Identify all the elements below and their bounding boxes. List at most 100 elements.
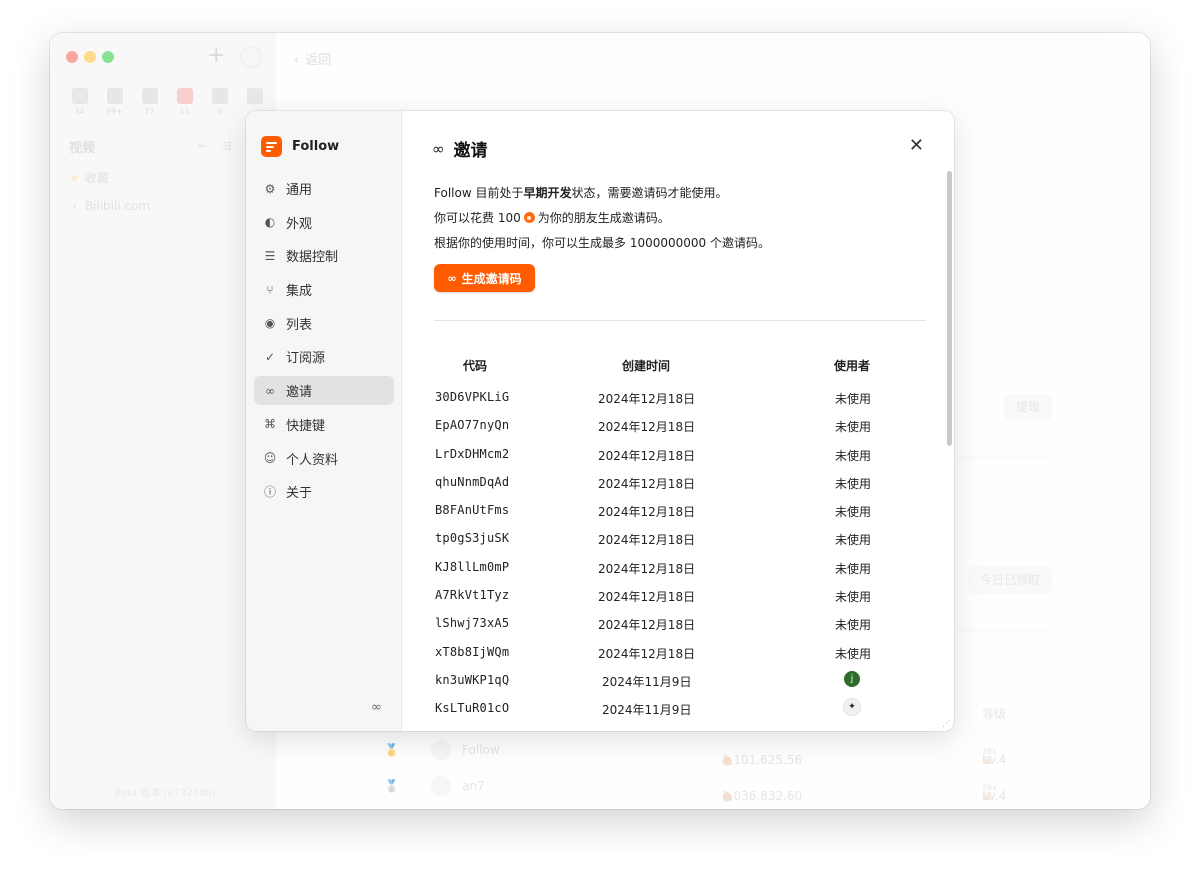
table-row: kn3uWKP1qQ 2024年11月9日 j xyxy=(403,670,943,698)
settings-modal: Follow ⚙ 通用 ◐ 外观 ☰ 数据控制 ⑂ 集成 ◉ 列表 ✓ 订阅源 ∞ 邀请 ⌘ 快捷键 ☺ 个人资料… xyxy=(246,111,954,731)
user-status: 未使用 xyxy=(835,590,872,605)
brand: Follow xyxy=(261,136,339,157)
feed-check-icon: ✓ xyxy=(264,349,276,364)
nav-label: 关于 xyxy=(286,486,313,502)
intro-text: 状态，需要邀请码才能使用。 xyxy=(571,186,728,200)
intro-line-3: 根据你的使用时间，你可以生成最多 1000000000 个邀请码。 xyxy=(434,236,770,250)
page-title: 邀请 xyxy=(453,141,488,161)
settings-nav-item[interactable]: ⌘ 快捷键 xyxy=(254,410,394,439)
table-row: lShwj73xA5 2024年12月18日 未使用 xyxy=(403,613,943,641)
invite-code[interactable]: LrDxDHMcm2 xyxy=(435,447,509,461)
invite-code[interactable]: kn3uWKP1qQ xyxy=(435,673,509,687)
user-status: 未使用 xyxy=(835,646,872,661)
table-row: xT8b8IjWQm 2024年12月18日 未使用 xyxy=(403,642,943,670)
created-date: 2024年12月18日 xyxy=(598,533,696,548)
divider xyxy=(434,320,926,321)
broadcast-icon: ◉ xyxy=(264,316,276,331)
intro-line-1: Follow 目前处于早期开发状态，需要邀请码才能使用。 xyxy=(434,184,728,201)
table-row: EpAO77nyQn 2024年12月18日 未使用 xyxy=(403,415,943,443)
created-date: 2024年11月9日 xyxy=(602,674,692,689)
settings-nav-item[interactable]: ∞ 邀请 xyxy=(254,376,394,406)
power-coin-icon xyxy=(523,212,535,223)
brand-name: Follow xyxy=(292,139,340,154)
settings-nav-item[interactable]: ◉ 列表 xyxy=(254,309,394,338)
invite-code[interactable]: KJ8llLm0mP xyxy=(435,560,509,574)
settings-nav: ⚙ 通用 ◐ 外观 ☰ 数据控制 ⑂ 集成 ◉ 列表 ✓ 订阅源 ∞ 邀请 ⌘ 快捷键 ☺ 个人资料 ⓘ 关于 xyxy=(254,174,394,511)
settings-nav-item[interactable]: ☺ 个人资料 xyxy=(254,444,394,473)
user-status: 未使用 xyxy=(835,533,872,548)
intro-line-2: 你可以花费 100 为你的朋友生成邀请码。 xyxy=(434,209,670,226)
nav-label: 邀请 xyxy=(286,385,313,401)
gear-icon: ⚙ xyxy=(264,181,276,196)
created-date: 2024年11月9日 xyxy=(602,703,692,718)
invite-icon: ∞ xyxy=(447,271,457,285)
settings-nav-item[interactable]: ⚙ 通用 xyxy=(254,174,394,203)
settings-nav-item[interactable]: ⓘ 关于 xyxy=(254,477,394,506)
table-row: LrDxDHMcm2 2024年12月18日 未使用 xyxy=(403,444,943,472)
nav-label: 订阅源 xyxy=(286,351,326,367)
settings-sidebar: Follow ⚙ 通用 ◐ 外观 ☰ 数据控制 ⑂ 集成 ◉ 列表 ✓ 订阅源 ∞ 邀请 ⌘ 快捷键 ☺ 个人资料… xyxy=(246,111,402,731)
table-row: KsLTuR01cO 2024年11月9日 ✦ xyxy=(403,698,943,726)
column-header-created: 创建时间 xyxy=(622,359,671,373)
user-avatar[interactable]: j xyxy=(844,670,860,687)
keyboard-icon: ⌘ xyxy=(264,417,276,432)
table-row: tp0gS3juSK 2024年12月18日 未使用 xyxy=(403,528,943,556)
panel-header: ∞ 邀请 xyxy=(432,136,488,162)
table-row: A7RkVt1Tyz 2024年12月18日 未使用 xyxy=(403,585,943,613)
scrollbar-thumb[interactable] xyxy=(947,171,952,446)
invite-footer-icon[interactable]: ∞ xyxy=(371,700,382,715)
invite-code[interactable]: lShwj73xA5 xyxy=(435,616,509,630)
user-status: 未使用 xyxy=(835,505,872,520)
created-date: 2024年12月18日 xyxy=(598,476,696,491)
user-status: 未使用 xyxy=(835,448,872,463)
nav-label: 列表 xyxy=(286,317,313,333)
invite-icon: ∞ xyxy=(265,383,275,398)
info-icon: ⓘ xyxy=(263,484,276,499)
column-header-code: 代码 xyxy=(463,359,488,373)
nav-label: 外观 xyxy=(286,216,313,232)
created-date: 2024年12月18日 xyxy=(598,561,696,576)
invite-icon: ∞ xyxy=(432,139,445,158)
created-date: 2024年12月18日 xyxy=(598,618,696,633)
nav-label: 快捷键 xyxy=(286,418,326,434)
invite-code[interactable]: xT8b8IjWQm xyxy=(435,645,509,659)
nav-label: 个人资料 xyxy=(286,452,339,468)
settings-nav-item[interactable]: ◐ 外观 xyxy=(254,208,394,237)
table-row: qhuNnmDqAd 2024年12月18日 未使用 xyxy=(403,472,943,500)
invite-code[interactable]: KsLTuR01cO xyxy=(435,701,509,715)
palette-icon: ◐ xyxy=(264,215,276,230)
created-date: 2024年12月18日 xyxy=(598,505,696,520)
invite-code[interactable]: qhuNnmDqAd xyxy=(435,475,509,489)
invite-panel: ∞ 邀请 ✕ Follow 目前处于早期开发状态，需要邀请码才能使用。 你可以花… xyxy=(403,111,954,731)
generate-invite-button[interactable]: ∞ 生成邀请码 xyxy=(434,264,535,292)
intro-bold: 早期开发 xyxy=(523,186,572,200)
close-icon[interactable]: ✕ xyxy=(909,135,924,156)
user-icon: ☺ xyxy=(263,451,277,465)
resize-handle-icon[interactable]: ⋰ xyxy=(942,719,951,729)
user-avatar[interactable]: ✦ xyxy=(844,699,860,716)
created-date: 2024年12月18日 xyxy=(598,420,696,435)
invite-table: 30D6VPKLiG 2024年12月18日 未使用 EpAO77nyQn 2024年1… xyxy=(403,387,943,727)
settings-nav-item[interactable]: ☰ 数据控制 xyxy=(254,241,394,270)
created-date: 2024年12月18日 xyxy=(598,590,696,605)
invite-code[interactable]: B8FAnUtFms xyxy=(435,503,509,517)
invite-code[interactable]: 30D6VPKLiG xyxy=(435,390,509,404)
follow-logo-icon xyxy=(261,136,282,157)
invite-code[interactable]: EpAO77nyQn xyxy=(435,418,509,432)
created-date: 2024年12月18日 xyxy=(598,448,696,463)
invite-code[interactable]: tp0gS3juSK xyxy=(435,531,509,545)
nav-label: 通用 xyxy=(286,183,313,198)
user-status: 未使用 xyxy=(835,476,872,491)
table-row: B8FAnUtFms 2024年12月18日 未使用 xyxy=(403,500,943,528)
settings-nav-item[interactable]: ⑂ 集成 xyxy=(254,275,394,304)
settings-nav-item[interactable]: ✓ 订阅源 xyxy=(254,342,394,371)
database-icon: ☰ xyxy=(264,248,276,263)
cost-text: 为你的朋友生成邀请码。 xyxy=(537,211,670,225)
nav-label: 集成 xyxy=(286,284,313,300)
created-date: 2024年12月18日 xyxy=(598,646,696,661)
cost-text: 你可以花费 100 xyxy=(434,211,521,225)
created-date: 2024年12月18日 xyxy=(598,392,696,406)
column-header-user: 使用者 xyxy=(834,359,871,373)
invite-code[interactable]: A7RkVt1Tyz xyxy=(435,588,509,602)
user-status: 未使用 xyxy=(835,420,872,435)
